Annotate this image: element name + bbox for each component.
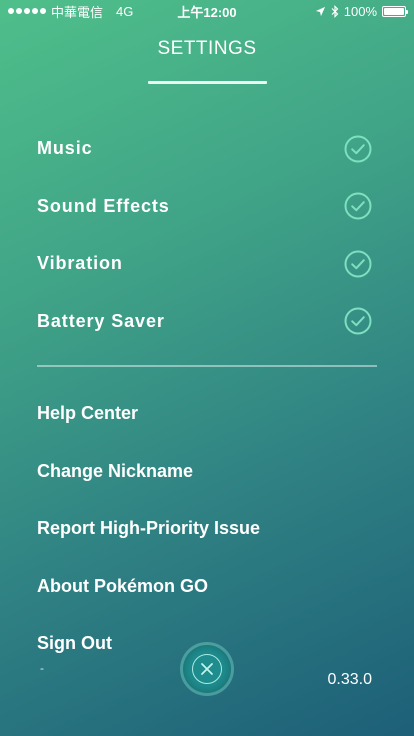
toggle-sound-effects[interactable]: Sound Effects [37, 178, 377, 236]
page-title: SETTINGS [157, 38, 257, 59]
status-left: 中華電信 4G [8, 2, 133, 21]
toggle-music[interactable]: Music [37, 120, 377, 178]
battery-icon [382, 5, 408, 17]
section-divider [37, 365, 377, 367]
toggle-vibration[interactable]: Vibration [37, 235, 377, 293]
title-underline [148, 81, 267, 84]
status-bar: 中華電信 4G 上午12:00 100% [0, 0, 414, 22]
menu-help-center[interactable]: Help Center [37, 385, 377, 443]
check-circle-icon[interactable] [344, 307, 372, 335]
menu-report-issue[interactable]: Report High-Priority Issue [37, 500, 377, 558]
toggle-label: Sound Effects [37, 195, 170, 216]
close-ring [192, 654, 222, 684]
toggle-label: Battery Saver [37, 310, 165, 331]
menu-change-nickname[interactable]: Change Nickname [37, 443, 377, 501]
carrier-label: 中華電信 [51, 4, 104, 20]
check-circle-icon[interactable] [344, 250, 372, 278]
status-right: 100% [315, 3, 408, 19]
menu-about[interactable]: About Pokémon GO [37, 558, 377, 616]
bluetooth-icon [331, 4, 339, 18]
network-label: 4G [116, 3, 134, 19]
account-dash: - [40, 661, 44, 675]
close-icon [201, 663, 213, 675]
signal-icon [8, 8, 46, 14]
settings-menu: Help Center Change Nickname Report High-… [37, 385, 377, 673]
toggle-label: Vibration [37, 253, 123, 274]
toggle-battery-saver[interactable]: Battery Saver [37, 293, 377, 351]
header: SETTINGS [0, 38, 414, 60]
location-arrow-icon [315, 6, 325, 16]
close-button[interactable] [183, 645, 231, 693]
version-label: 0.33.0 [327, 671, 372, 688]
check-circle-icon[interactable] [344, 192, 372, 220]
toggle-list: Music Sound Effects Vibration Battery Sa… [37, 120, 377, 350]
toggle-label: Music [37, 138, 93, 159]
check-circle-icon[interactable] [344, 135, 372, 163]
battery-percent: 100% [343, 3, 377, 19]
